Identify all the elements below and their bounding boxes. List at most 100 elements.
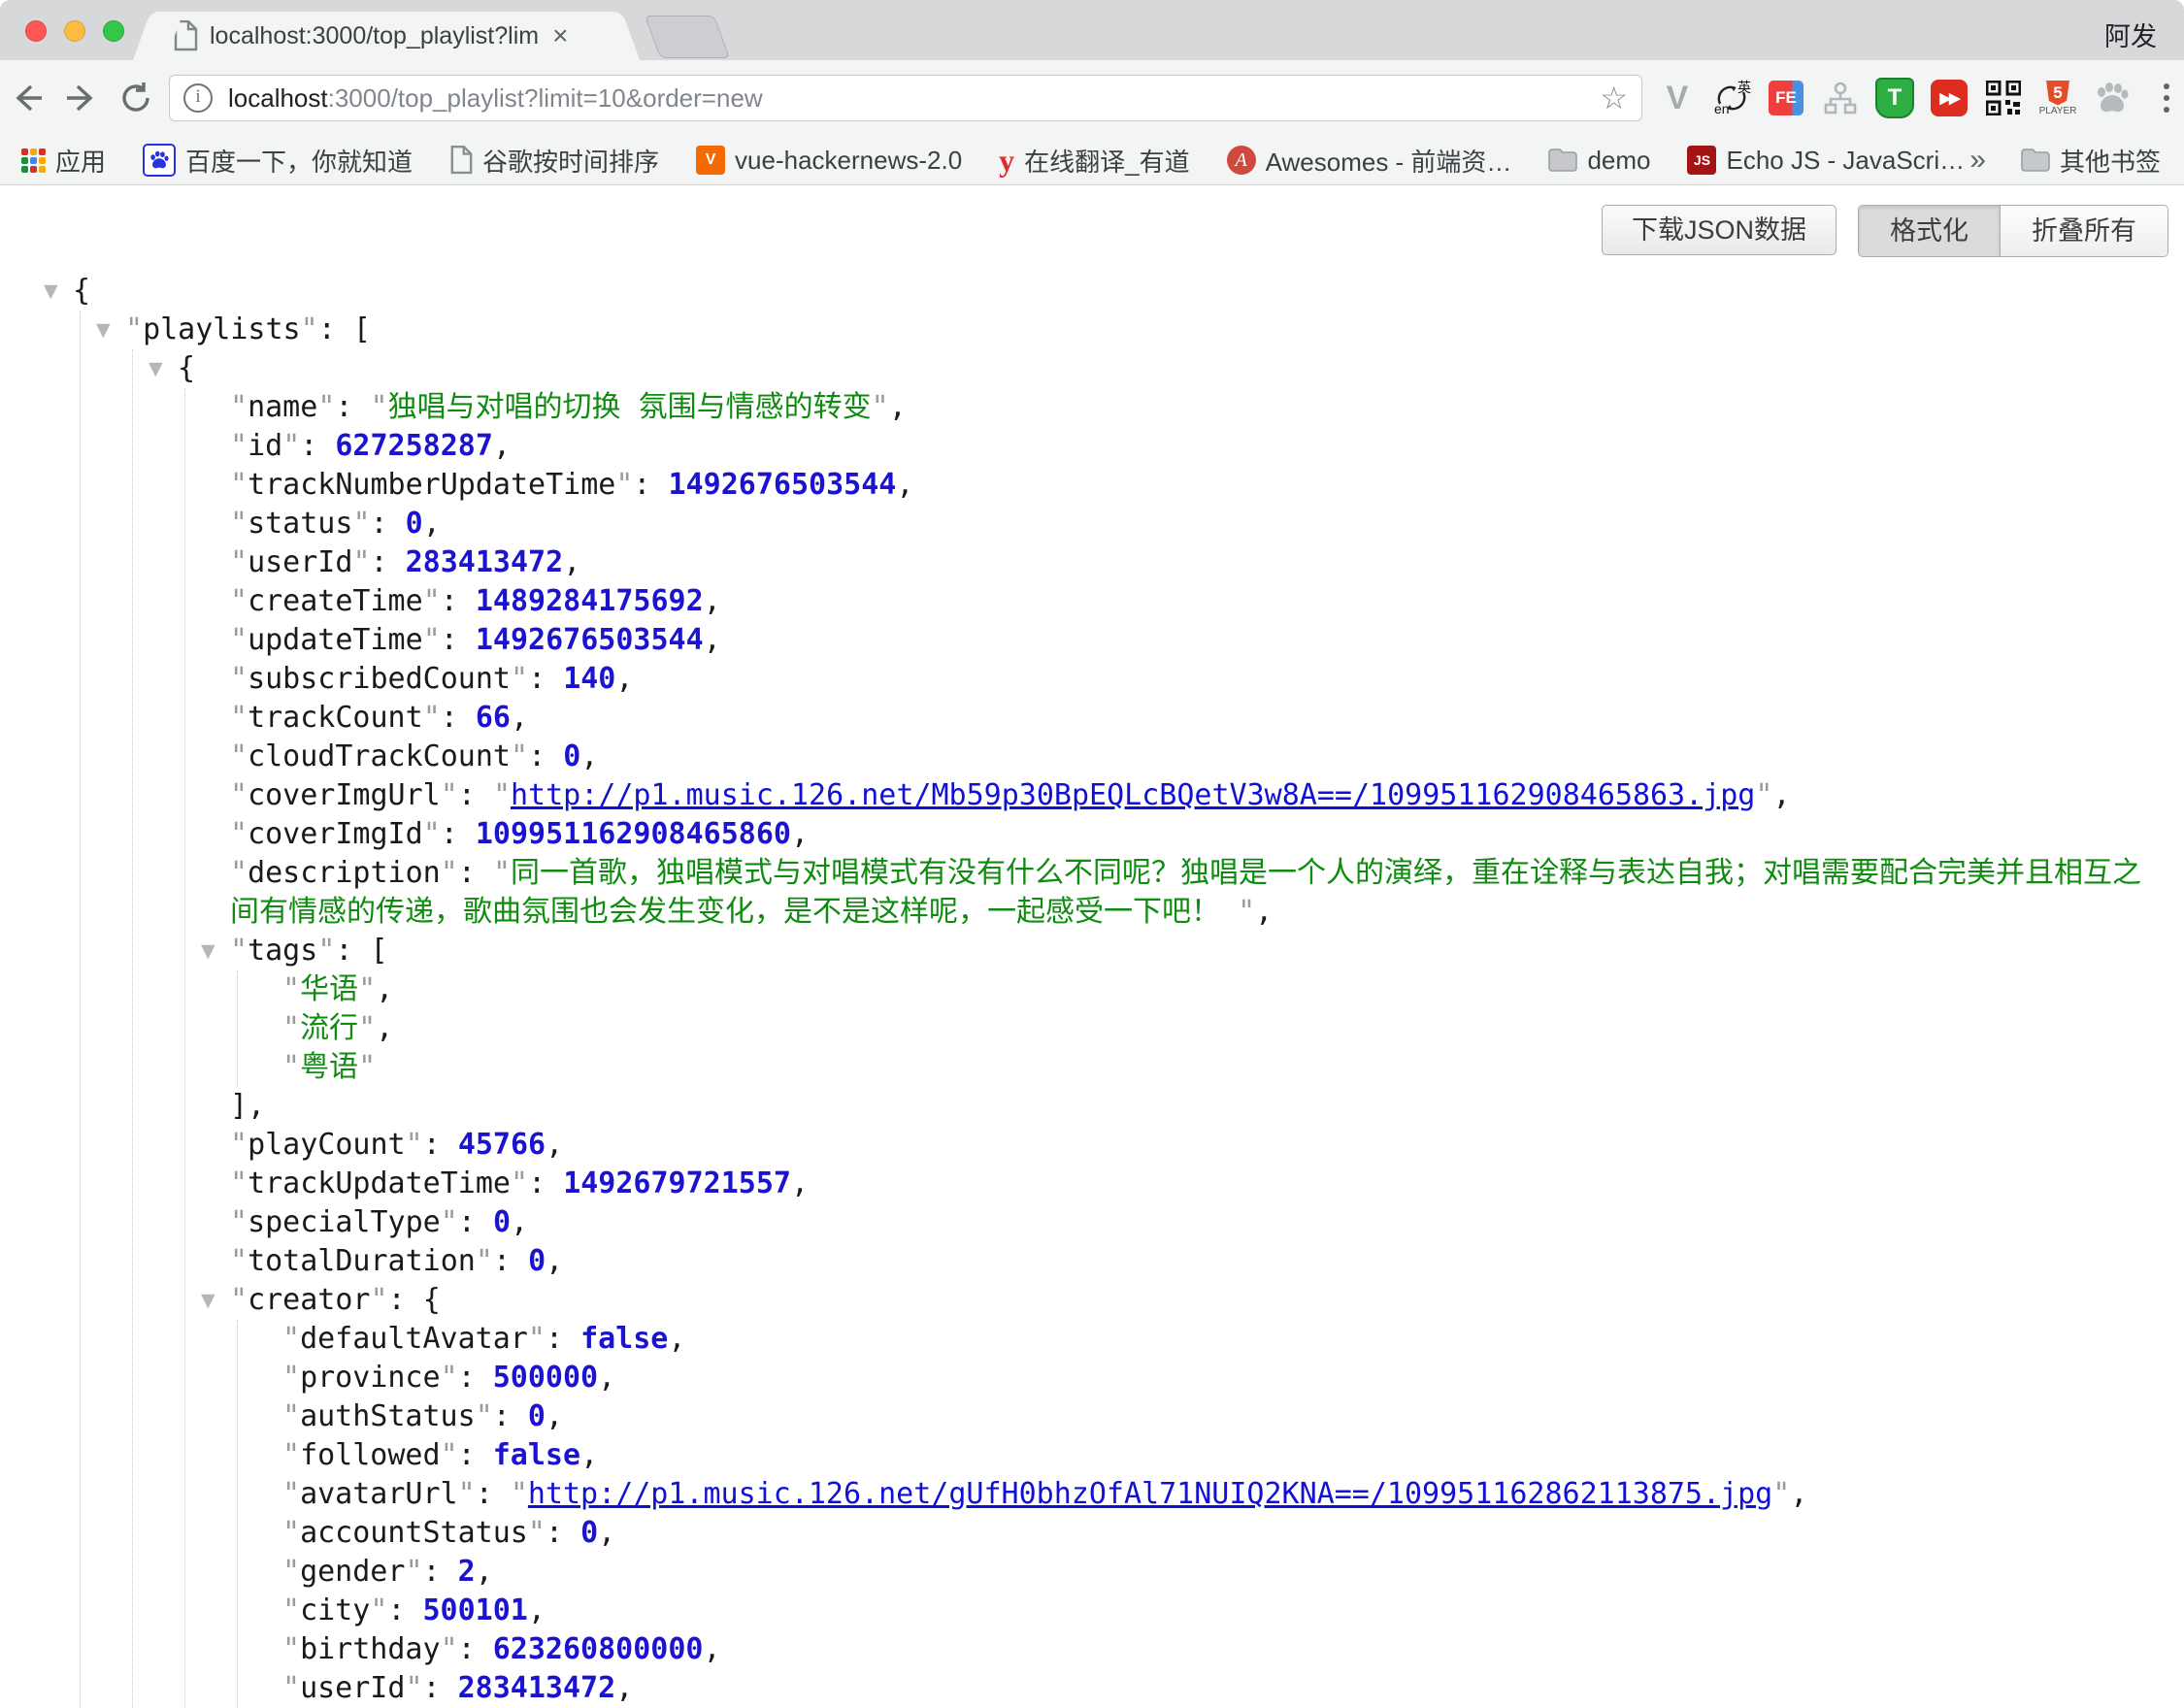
json-line: ▼{ (28, 272, 2169, 311)
forward-button[interactable] (54, 81, 109, 115)
extension-qrcode-icon[interactable] (1984, 79, 2023, 117)
json-url-link[interactable]: http://p1.music.126.net/gUfH0bhzOfAl71NU… (528, 1477, 1772, 1511)
json-block: ▼"playlists": [▼{▼"name": "独唱与对唱的切换 氛围与情… (80, 311, 2169, 1708)
profile-user-label[interactable]: 阿发 (2104, 16, 2157, 53)
view-mode-group: 格式化 折叠所有 (1858, 205, 2168, 257)
json-line: ▼"totalDuration": 0, (185, 1242, 2169, 1281)
json-line: ▼{ (133, 349, 2169, 388)
url-input[interactable]: localhost:3000/top_playlist?limit=10&ord… (228, 83, 1590, 114)
vue-v-icon: V (696, 146, 725, 175)
json-line: ▼"userId": 283413472, (238, 1669, 2169, 1708)
json-line: ▼"status": 0, (185, 505, 2169, 543)
json-url-link[interactable]: http://p1.music.126.net/Mb59p30BpEQLcBQe… (511, 778, 1755, 812)
json-line: ▼"birthday": 623260800000, (238, 1630, 2169, 1669)
close-window-button[interactable] (25, 20, 47, 42)
folder-icon (2021, 148, 2050, 172)
extension-tampermonkey-icon[interactable]: T (1875, 79, 1914, 117)
json-line: ▼"subscribedCount": 140, (185, 660, 2169, 699)
zoom-window-button[interactable] (103, 20, 124, 42)
json-line: ▼"name": "独唱与对唱的切换 氛围与情感的转变", (185, 388, 2169, 427)
address-bar[interactable]: i localhost:3000/top_playlist?limit=10&o… (169, 75, 1642, 121)
extension-video-speed-icon[interactable]: ▶▶ (1930, 79, 1969, 117)
json-block: ▼"defaultAvatar": false,▼"province": 500… (237, 1320, 2169, 1708)
collapse-toggle-icon[interactable]: ▼ (44, 272, 73, 311)
json-line: ▼"trackCount": 66, (185, 699, 2169, 738)
bookmark-item-echojs[interactable]: JS Echo JS - JavaScri… (1687, 146, 1965, 176)
collapse-toggle-icon[interactable]: ▼ (201, 1281, 230, 1320)
download-json-button[interactable]: 下载JSON数据 (1602, 205, 1837, 255)
extensions-area: V 英 en FE T ▶▶ 5 (1658, 79, 2184, 117)
browser-toolbar: i localhost:3000/top_playlist?limit=10&o… (0, 60, 2184, 136)
url-path: :3000/top_playlist?limit=10&order=new (328, 83, 763, 113)
page-info-icon[interactable]: i (183, 83, 213, 113)
json-line: ▼"tags": [ (185, 932, 2169, 970)
json-line: ▼"粤语" (238, 1048, 2169, 1087)
reload-button[interactable] (109, 81, 163, 115)
svg-text:英: 英 (1737, 80, 1751, 95)
chrome-menu-icon[interactable] (2147, 79, 2184, 117)
json-line: ▼"流行", (238, 1009, 2169, 1048)
baidu-paw-icon (143, 144, 176, 177)
bookmark-item-demo[interactable]: demo (1548, 146, 1650, 176)
json-block: ▼"华语",▼"流行",▼"粤语" (237, 970, 2169, 1087)
other-bookmarks-folder[interactable]: 其他书签 (2021, 143, 2161, 179)
bookmark-item-vue-hackernews[interactable]: V vue-hackernews-2.0 (696, 146, 962, 176)
new-tab-button[interactable] (645, 16, 730, 58)
json-viewer-actions: 下载JSON数据 格式化 折叠所有 (1602, 205, 2168, 257)
bookmark-item-awesomes[interactable]: A Awesomes - 前端资… (1227, 143, 1512, 179)
bookmarks-bar: 应用 百度一下，你就知道 谷歌按时间排序 V vue-hackernews-2.… (0, 136, 2184, 185)
json-line: ▼"trackUpdateTime": 1492679721557, (185, 1165, 2169, 1203)
tab-close-icon[interactable]: × (552, 22, 568, 49)
back-button[interactable] (0, 81, 54, 115)
json-line: ▼"followed": false, (238, 1436, 2169, 1475)
json-line: ▼"userId": 283413472, (185, 543, 2169, 582)
bookmark-star-icon[interactable]: ☆ (1600, 80, 1628, 116)
minimize-window-button[interactable] (64, 20, 85, 42)
json-line: ▼"trackNumberUpdateTime": 1492676503544, (185, 466, 2169, 505)
json-line: ▼"accountStatus": 0, (238, 1514, 2169, 1553)
page-icon (173, 20, 198, 51)
json-line: ▼"description": "同一首歌，独唱模式与对唱模式有没有什么不同呢？… (185, 854, 2169, 932)
json-line: ▼"playCount": 45766, (185, 1126, 2169, 1165)
browser-tab[interactable]: localhost:3000/top_playlist?lim × (163, 12, 610, 60)
bookmarks-overflow-chevron[interactable]: » (1969, 144, 1986, 177)
youdao-icon: y (999, 145, 1014, 176)
bookmark-item-google-sort[interactable]: 谷歌按时间排序 (449, 143, 659, 179)
json-line: ▼"playlists": [ (81, 311, 2169, 349)
tab-title: localhost:3000/top_playlist?lim (210, 22, 539, 50)
extension-html5-player-icon[interactable]: 5 PLAYER (2038, 79, 2077, 117)
extension-sitemap-icon[interactable] (1821, 79, 1860, 117)
url-host: localhost (228, 83, 328, 113)
collapse-toggle-icon[interactable]: ▼ (96, 311, 125, 349)
json-block: ▼"name": "独唱与对唱的切换 氛围与情感的转变",▼"id": 6272… (184, 388, 2169, 1708)
collapse-all-button[interactable]: 折叠所有 (2001, 206, 2167, 256)
extension-paw-icon[interactable] (2093, 79, 2132, 117)
folder-icon (1548, 148, 1577, 172)
json-line: ▼"华语", (238, 970, 2169, 1009)
tab-strip: localhost:3000/top_playlist?lim × 阿发 (0, 0, 2184, 60)
traffic-lights (25, 20, 124, 42)
json-line: ▼"city": 500101, (238, 1592, 2169, 1630)
json-line: ▼"gender": 2, (238, 1553, 2169, 1592)
json-line: ▼"authStatus": 0, (238, 1397, 2169, 1436)
json-line: ▼"createTime": 1489284175692, (185, 582, 2169, 621)
browser-window: localhost:3000/top_playlist?lim × 阿发 i l… (0, 0, 2184, 1702)
json-line: ▼"coverImgId": 109951162908465860, (185, 815, 2169, 854)
bookmark-item-baidu[interactable]: 百度一下，你就知道 (143, 143, 413, 179)
extension-vue-devtools-icon[interactable]: V (1658, 79, 1697, 117)
format-button[interactable]: 格式化 (1859, 206, 2001, 256)
json-tree: ▼{▼"playlists": [▼{▼"name": "独唱与对唱的切换 氛围… (0, 185, 2184, 1708)
extension-translate-icon[interactable]: 英 en (1712, 79, 1751, 117)
apps-grid-icon (21, 148, 46, 173)
json-line: ▼"creator": { (185, 1281, 2169, 1320)
json-line: ▼"province": 500000, (238, 1359, 2169, 1397)
bookmark-item-youdao[interactable]: y 在线翻译_有道 (999, 143, 1189, 179)
json-line: ▼"coverImgUrl": "http://p1.music.126.net… (185, 776, 2169, 815)
json-line: ▼"cloudTrackCount": 0, (185, 738, 2169, 776)
collapse-toggle-icon[interactable]: ▼ (201, 932, 230, 970)
collapse-toggle-icon[interactable]: ▼ (149, 349, 178, 388)
json-line: ▼], (185, 1087, 2169, 1126)
bookmark-item-apps[interactable]: 应用 (21, 143, 106, 179)
extension-fe-icon[interactable]: FE (1767, 79, 1805, 117)
json-block: ▼{▼"name": "独唱与对唱的切换 氛围与情感的转变",▼"id": 62… (132, 349, 2169, 1708)
